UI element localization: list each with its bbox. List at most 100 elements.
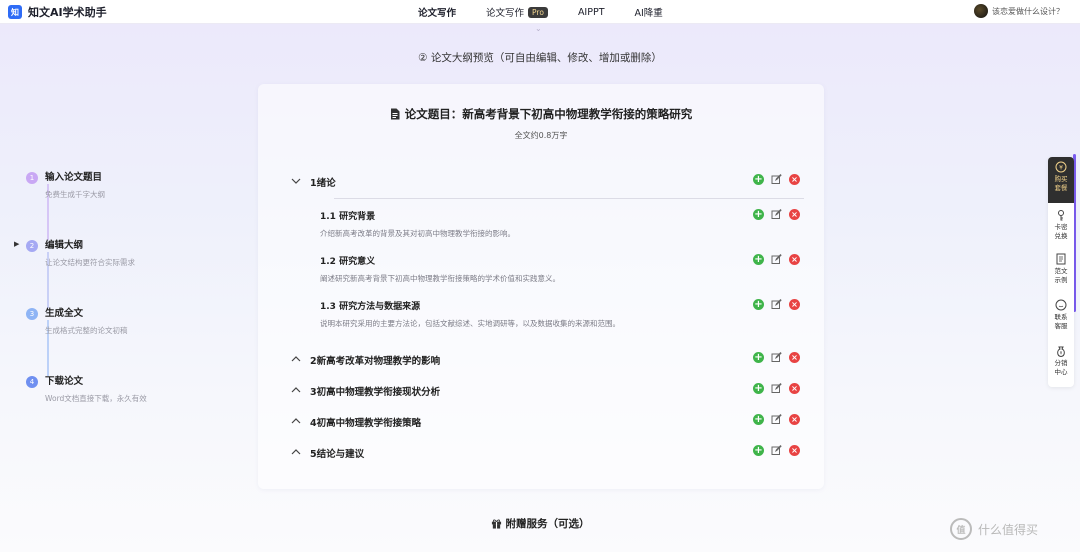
chevron-up-icon[interactable] [290, 353, 302, 365]
side-item-buy-package[interactable]: ¥ 购买 套餐 [1048, 157, 1074, 203]
edit-icon[interactable] [771, 209, 782, 220]
svg-text:¥: ¥ [1059, 165, 1063, 172]
step-description: 生成格式完整的论文初稿 [45, 326, 128, 335]
watermark-text: 什么值得买 [978, 522, 1039, 537]
edit-icon[interactable] [771, 352, 782, 363]
subsection-title[interactable]: 1.1 研究背景 [320, 209, 375, 222]
subsection-description: 说明本研究采用的主要方法论，包括文献综述、实地调研等，以及数据收集的来源和范围。 [320, 319, 620, 328]
step-number: 1 [26, 172, 38, 184]
edit-icon[interactable] [771, 414, 782, 425]
add-icon[interactable]: + [753, 254, 764, 265]
add-icon[interactable]: + [753, 174, 764, 185]
nav-item-aippt[interactable]: AIPPT [578, 7, 605, 18]
nav-item-paper-writing-pro[interactable]: 论文写作 Pro [486, 5, 548, 19]
subsection-actions: + × [746, 254, 800, 265]
money-bag-icon: ¥ [1057, 346, 1065, 357]
edit-icon[interactable] [771, 299, 782, 310]
side-item-label: 联系 [1054, 313, 1068, 321]
side-item-label: 中心 [1054, 368, 1068, 376]
edit-icon[interactable] [771, 174, 782, 185]
chapter-title[interactable]: 5结论与建议 [310, 446, 364, 460]
chat-icon [1055, 299, 1067, 311]
side-item-label: 卡密 [1054, 223, 1068, 231]
svg-text:¥: ¥ [1060, 351, 1063, 356]
subsection-row: 1.1 研究背景 介绍新高考改革的背景及其对初高中物理教学衔接的影响。 + × [320, 208, 800, 244]
document-icon [390, 108, 400, 120]
paper-title: 论文题目：新高考背景下初高中物理教学衔接的策略研究 [258, 106, 824, 122]
side-item-label: 购买 [1054, 175, 1068, 183]
delete-icon[interactable]: × [789, 174, 800, 185]
paper-title-text: 论文题目：新高考背景下初高中物理教学衔接的策略研究 [404, 107, 693, 121]
avatar [974, 4, 988, 18]
delete-icon[interactable]: × [789, 352, 800, 363]
side-item-distribution-center[interactable]: ¥ 分销 中心 [1048, 341, 1074, 385]
side-item-sample-papers[interactable]: 范文 示例 [1048, 249, 1074, 293]
chapter-title[interactable]: 4初高中物理教学衔接策略 [310, 415, 421, 429]
section-heading: ② 论文大纲预览（可自由编辑、修改、增加或删除） [418, 52, 662, 64]
top-nav-bar: 知 知文AI学术助手 论文写作 论文写作 Pro AIPPT AI降重 该恋爱做… [0, 0, 1080, 24]
delete-icon[interactable]: × [789, 445, 800, 456]
add-icon[interactable]: + [753, 383, 764, 394]
chapter-row: 4初高中物理教学衔接策略 + × [290, 413, 800, 433]
add-icon[interactable]: + [753, 445, 764, 456]
delete-icon[interactable]: × [789, 209, 800, 220]
delete-icon[interactable]: × [789, 299, 800, 310]
add-icon[interactable]: + [753, 209, 764, 220]
chapter-title[interactable]: 2新高考改革对物理教学的影响 [310, 353, 440, 367]
subsection-description: 介绍新高考改革的背景及其对初高中物理教学衔接的影响。 [320, 229, 515, 238]
add-icon[interactable]: + [753, 299, 764, 310]
edit-icon[interactable] [771, 254, 782, 265]
chevron-up-icon[interactable] [290, 384, 302, 396]
watermark-logo: 值 [950, 518, 972, 540]
step-2: ▶ 2 编辑大纲 让论文结构更符合实际需求 [14, 228, 216, 288]
nav-item-paper-writing[interactable]: 论文写作 [418, 5, 456, 19]
outline-card: 论文题目：新高考背景下初高中物理教学衔接的策略研究 全文约0.8万字 1绪论 +… [258, 84, 824, 489]
side-item-label: 兑换 [1054, 232, 1068, 240]
side-item-label: 分销 [1054, 359, 1068, 367]
user-menu[interactable]: 该恋爱做什么设计？ [974, 4, 1064, 18]
chapter-title[interactable]: 1绪论 [310, 175, 336, 189]
add-icon[interactable]: + [753, 352, 764, 363]
side-item-card-redeem[interactable]: 卡密 兑换 [1048, 205, 1074, 249]
subsection-row: 1.3 研究方法与数据来源 说明本研究采用的主要方法论，包括文献综述、实地调研等… [320, 298, 800, 334]
subsection-actions: + × [746, 209, 800, 220]
subsection-title[interactable]: 1.2 研究意义 [320, 254, 375, 267]
gift-services-heading: 附赠服务（可选） [0, 516, 1080, 531]
delete-icon[interactable]: × [789, 254, 800, 265]
chevron-up-icon[interactable] [290, 446, 302, 458]
step-title: 生成全文 [45, 308, 84, 319]
chapter-actions: + × [746, 174, 800, 185]
main-nav: 论文写作 论文写作 Pro AIPPT AI降重 [418, 5, 693, 19]
chevron-down-icon[interactable] [290, 175, 302, 187]
key-icon [1058, 210, 1064, 221]
chapter-actions: + × [746, 414, 800, 425]
user-name: 该恋爱做什么设计？ [992, 6, 1064, 16]
chapter-actions: + × [746, 352, 800, 363]
gift-icon [491, 519, 501, 529]
chevron-down-icon: ⌄ [535, 24, 542, 33]
delete-icon[interactable]: × [789, 414, 800, 425]
step-title: 编辑大纲 [45, 240, 84, 251]
chapter-row: 1绪论 + × [290, 173, 800, 193]
word-count: 全文约0.8万字 [514, 131, 568, 140]
nav-item-ai-rewrite[interactable]: AI降重 [635, 5, 663, 19]
delete-icon[interactable]: × [789, 383, 800, 394]
side-item-label: 范文 [1054, 267, 1068, 275]
step-number: 2 [26, 240, 38, 252]
subsection-title[interactable]: 1.3 研究方法与数据来源 [320, 299, 420, 312]
brand-logo: 知 [8, 5, 22, 19]
edit-icon[interactable] [771, 383, 782, 394]
side-item-label: 套餐 [1054, 184, 1068, 192]
chevron-up-icon[interactable] [290, 415, 302, 427]
add-icon[interactable]: + [753, 414, 764, 425]
step-4: 4 下载论文 Word文档直接下载，永久有效 [16, 364, 216, 424]
step-description: Word文档直接下载，永久有效 [45, 394, 147, 403]
brand[interactable]: 知 知文AI学术助手 [8, 4, 107, 20]
pro-badge: Pro [528, 6, 548, 18]
chapter-title[interactable]: 3初高中物理教学衔接现状分析 [310, 384, 440, 398]
step-1: 1 输入论文题目 免费生成千字大纲 [16, 160, 216, 220]
side-item-customer-service[interactable]: 联系 客服 [1048, 295, 1074, 339]
chapter-row: 5结论与建议 + × [290, 444, 800, 464]
edit-icon[interactable] [771, 445, 782, 456]
step-title: 输入论文题目 [45, 172, 103, 183]
